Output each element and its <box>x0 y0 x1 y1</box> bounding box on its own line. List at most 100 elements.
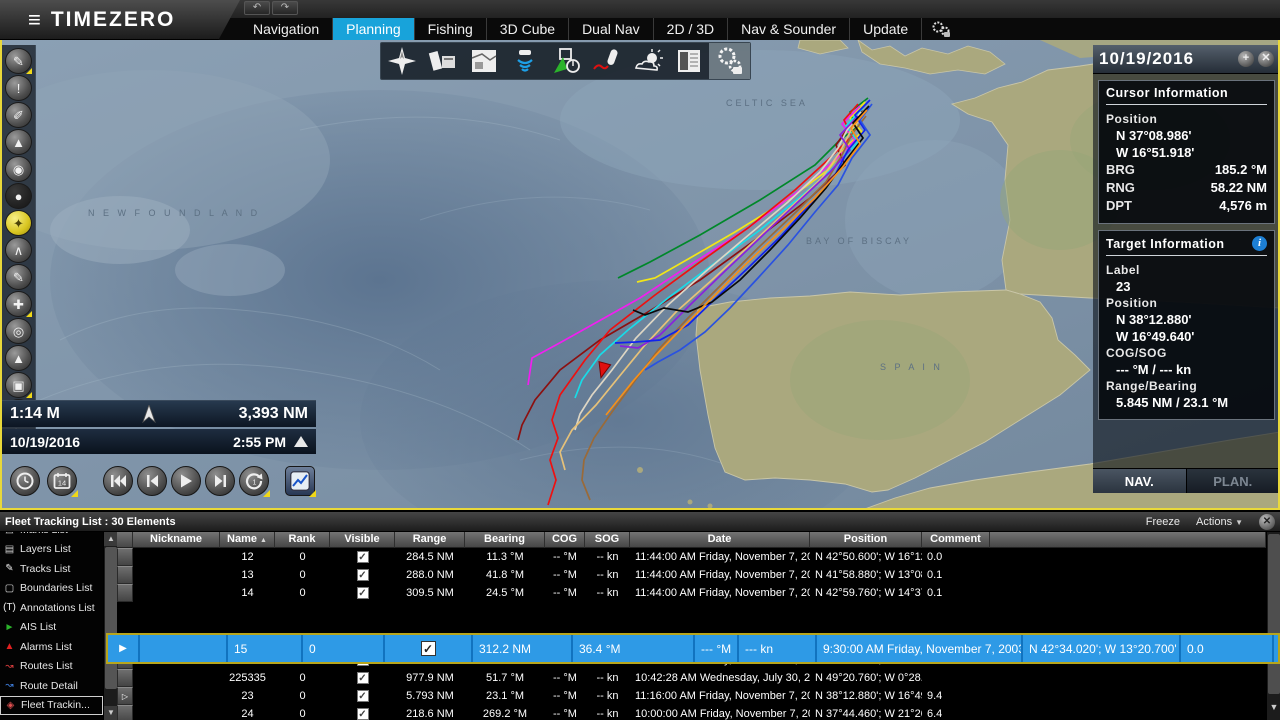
pan-hand-tool[interactable]: ✦ <box>5 210 32 236</box>
sidebar-scrollbar[interactable]: ▲ ▼ <box>103 532 117 720</box>
column-header-comment[interactable]: Comment <box>922 532 990 548</box>
lists-icon[interactable] <box>668 43 709 79</box>
close-icon[interactable]: ✕ <box>1259 514 1275 530</box>
chart-map[interactable]: N E W F O U N D L A N DCELTIC SEABAY OF … <box>0 40 1280 510</box>
visible-checkbox[interactable]: ✓ <box>357 551 369 563</box>
visible-checkbox[interactable]: ✓ <box>357 708 369 720</box>
column-header-name[interactable]: Name▲ <box>220 532 275 548</box>
table-row[interactable]: ▷230✓5.793 NM23.1 °M-- °M-- kn11:16:00 A… <box>117 687 1266 705</box>
chart-view-icon[interactable] <box>463 43 504 79</box>
boat-tool[interactable]: ▲ <box>5 345 32 371</box>
date-time-bar[interactable]: 10/19/2016 2:55 PM <box>2 429 316 454</box>
sidebar-item-routes-list[interactable]: ↝Routes List <box>0 657 103 677</box>
column-header-sog[interactable]: SOG <box>585 532 630 548</box>
panel-tab-plan[interactable]: PLAN. <box>1187 469 1280 493</box>
tab-2d-3d[interactable]: 2D / 3D <box>654 18 728 40</box>
clock-button[interactable] <box>10 466 40 496</box>
column-header-cog[interactable]: COG <box>545 532 585 548</box>
freeze-button[interactable]: Freeze <box>1146 516 1180 528</box>
search-tool[interactable]: ◉ <box>5 156 32 182</box>
skip-start-button[interactable] <box>103 466 133 496</box>
options-gears-icon[interactable] <box>709 43 750 79</box>
route-detail-icon: ↝ <box>3 680 16 691</box>
sidebar-item-ais-list[interactable]: ►AIS List <box>0 618 103 638</box>
sidebar-item-annotations-list[interactable]: (T)Annotations List <box>0 598 103 618</box>
redo-icon[interactable]: ↷ <box>272 1 298 15</box>
hidden-tool[interactable]: ● <box>5 183 32 209</box>
sidebar-item-boundaries-list[interactable]: ▢Boundaries List <box>0 579 103 599</box>
info-icon[interactable]: i <box>1252 236 1267 251</box>
track-graph-button[interactable] <box>285 466 315 496</box>
sidebar-item-fleet-trackin-[interactable]: ◈Fleet Trackin... <box>0 696 103 716</box>
tab-planning[interactable]: Planning <box>333 18 415 40</box>
column-header-position[interactable]: Position <box>810 532 922 548</box>
table-row[interactable]: 2253350✓977.9 NM51.7 °M-- °M-- kn10:42:2… <box>117 669 1266 687</box>
add-panel-icon[interactable]: + <box>1238 51 1254 67</box>
scroll-down-icon[interactable]: ▼ <box>1267 700 1280 714</box>
svg-text:14: 14 <box>58 479 66 488</box>
column-header-visible[interactable]: Visible <box>330 532 395 548</box>
column-header-bearing[interactable]: Bearing <box>465 532 545 548</box>
tab-fishing[interactable]: Fishing <box>415 18 487 40</box>
ais-target-icon[interactable] <box>545 43 586 79</box>
divider-tool[interactable]: ∧ <box>5 237 32 263</box>
compass-rose-icon[interactable] <box>381 43 422 79</box>
sidebar-item-route-detail[interactable]: ↝Route Detail <box>0 676 103 696</box>
column-header-range[interactable]: Range <box>395 532 465 548</box>
app-logo[interactable]: ≡ TIMEZERO <box>0 0 240 40</box>
tools-tool[interactable]: ✚ <box>5 291 32 317</box>
play-button[interactable] <box>171 466 201 496</box>
table-row[interactable]: 130✓288.0 NM41.8 °M-- °M-- kn11:44:00 AM… <box>117 566 1266 584</box>
visible-checkbox[interactable]: ✓ <box>357 587 369 599</box>
tab-navigation[interactable]: Navigation <box>240 18 333 40</box>
selected-table-row[interactable]: ▶150✓312.2 NM36.4 °M--- °M--- kn9:30:00 … <box>106 633 1280 664</box>
gear-lock-icon[interactable] <box>922 18 960 40</box>
visible-checkbox[interactable]: ✓ <box>357 672 369 684</box>
visible-checkbox[interactable]: ✓ <box>357 690 369 702</box>
sonar-icon[interactable] <box>504 43 545 79</box>
undo-icon[interactable]: ↶ <box>244 1 270 15</box>
scroll-down-icon[interactable]: ▼ <box>104 706 118 720</box>
weather-icon[interactable] <box>627 43 668 79</box>
sidebar-item-layers-list[interactable]: ▤Layers List <box>0 540 103 560</box>
column-header-date[interactable]: Date <box>630 532 810 548</box>
visible-checkbox[interactable]: ✓ <box>357 569 369 581</box>
table-row[interactable]: 240✓218.6 NM269.2 °M-- °M-- kn10:00:00 A… <box>117 705 1266 720</box>
sidebar-item-tracks-list[interactable]: ✎Tracks List <box>0 559 103 579</box>
chart-library-icon[interactable] <box>422 43 463 79</box>
pen-tool[interactable]: ✎ <box>5 264 32 290</box>
tab-nav-sounder[interactable]: Nav & Sounder <box>728 18 850 40</box>
calendar-button[interactable]: 14 <box>47 466 77 496</box>
column-header-rank[interactable]: Rank <box>275 532 330 548</box>
expand-arrow-icon[interactable] <box>294 436 308 447</box>
track-pen-tool[interactable]: ✐ <box>5 102 32 128</box>
column-header-nickname[interactable]: Nickname <box>133 532 220 548</box>
capture-tool[interactable]: ▣ <box>5 372 32 398</box>
menu-icon[interactable]: ≡ <box>28 7 41 33</box>
panel-tab-nav[interactable]: NAV. <box>1093 469 1187 493</box>
tab-dual-nav[interactable]: Dual Nav <box>569 18 654 40</box>
alert-tool[interactable]: ! <box>5 75 32 101</box>
circle-tool[interactable]: ◎ <box>5 318 32 344</box>
row-handle <box>117 566 133 584</box>
scroll-up-icon[interactable]: ▲ <box>104 532 118 546</box>
step-forward-button[interactable] <box>205 466 235 496</box>
annotate-tool[interactable]: ✎ <box>5 48 32 74</box>
ship-tool[interactable]: ▲ <box>5 129 32 155</box>
actions-button[interactable]: Actions▼ <box>1196 516 1243 528</box>
sidebar-item-alarms-list[interactable]: ▲Alarms List <box>0 637 103 657</box>
table-row[interactable]: 120✓284.5 NM11.3 °M-- °M-- kn11:44:00 AM… <box>117 548 1266 566</box>
replay-button[interactable]: 1 <box>239 466 269 496</box>
close-panel-icon[interactable]: ✕ <box>1258 51 1274 67</box>
table-row[interactable]: 140✓309.5 NM24.5 °M-- °M-- kn11:44:00 AM… <box>117 584 1266 602</box>
tab-update[interactable]: Update <box>850 18 922 40</box>
top-bar: ≡ TIMEZERO ↶ ↷ NavigationPlanningFishing… <box>0 0 1280 40</box>
tab-3d-cube[interactable]: 3D Cube <box>487 18 569 40</box>
visible-checkbox[interactable]: ✓ <box>421 641 436 656</box>
sidebar-item-marks-list[interactable]: △Marks List <box>0 532 103 540</box>
route-icon[interactable] <box>586 43 627 79</box>
workspace-tabs: NavigationPlanningFishing3D CubeDual Nav… <box>240 18 960 40</box>
table-scrollbar[interactable]: ▼ <box>1266 532 1280 720</box>
step-back-button[interactable] <box>137 466 167 496</box>
row-handle <box>117 705 133 720</box>
